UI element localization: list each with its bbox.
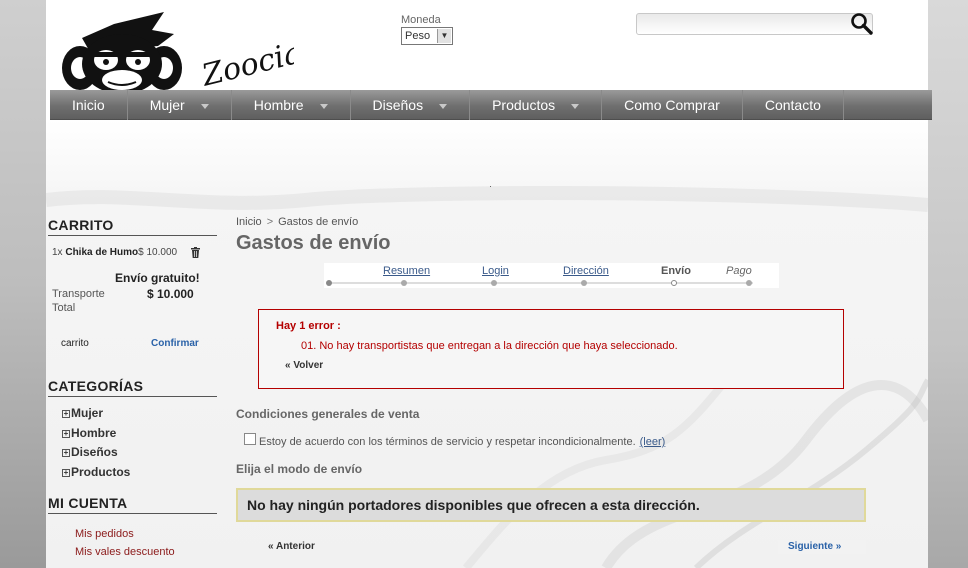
step-login[interactable]: Login [482,265,509,277]
nav-item-como-comprar[interactable]: Como Comprar [602,90,743,120]
account-title: MI CUENTA [48,495,217,514]
breadcrumb-separator: > [266,216,274,228]
free-shipping-text: Envío gratuito! [115,271,200,285]
currency-label: Moneda [401,14,441,26]
shipping-heading: Elija el modo de envío [236,462,363,476]
nav-item-hombre[interactable]: Hombre [232,90,351,120]
expand-icon[interactable]: + [62,430,70,438]
banner-area [490,186,491,187]
expand-icon[interactable]: + [62,410,70,418]
nav-item-inicio[interactable]: Inicio [50,90,128,120]
terms-label: Estoy de acuerdo con los términos de ser… [259,436,665,448]
nav-label: Inicio [72,97,105,113]
category-item-mujer[interactable]: + Mujer [62,406,103,420]
categories-title: CATEGORÍAS [48,378,217,397]
currency-select[interactable]: Peso ▼ [401,27,453,45]
breadcrumb: Inicio > Gastos de envío [236,216,358,228]
caret-down-icon [439,103,448,109]
expand-icon[interactable]: + [62,449,70,457]
category-item-hombre[interactable]: + Hombre [62,426,116,440]
cart-item-price: $ 10.000 [138,247,178,258]
main-nav: Inicio Mujer Hombre Diseños Productos Co… [50,90,932,120]
cart-item-name[interactable]: Chika de Humo [65,247,138,258]
terms-text: Estoy de acuerdo con los términos de ser… [259,436,636,448]
currency-value: Peso [405,30,431,42]
step-dot [491,280,497,286]
checkout-steps: Resumen Login Dirección Envío Pago [324,263,779,288]
brand-logo[interactable]: Zoocia [54,8,294,94]
caret-down-icon [571,103,580,109]
terms-read-link[interactable]: (leer) [640,436,666,448]
shipping-value: $ 10.000 [147,287,194,301]
cart-link[interactable]: carrito [61,338,89,349]
category-item-productos[interactable]: + Productos [62,465,130,479]
error-message: 01. No hay transportistas que entregan a… [301,340,678,352]
step-dot [401,280,407,286]
expand-icon[interactable]: + [62,469,70,477]
page-title: Gastos de envío [236,232,391,254]
steps-track [328,282,753,284]
step-dot [671,280,677,286]
breadcrumb-home[interactable]: Inicio [236,216,262,228]
page-background-left [0,0,46,568]
cart-title: CARRITO [48,217,217,236]
cart-item-qty: 1x [52,247,63,258]
nav-label: Diseños [372,97,424,113]
caret-down-icon [200,103,209,109]
monkey-logo-icon [62,12,182,94]
category-label: Mujer [71,406,104,420]
nav-item-mujer[interactable]: Mujer [128,90,232,120]
category-item-disenos[interactable]: + Diseños [62,445,118,459]
brand-wordmark: Zoocia [198,35,294,94]
total-label: Total [52,302,76,314]
back-link[interactable]: « Volver [285,360,323,371]
search-icon[interactable] [850,12,874,36]
page-background-right [928,0,968,568]
caret-down-icon [319,103,328,109]
category-label: Diseños [71,445,118,459]
cart-item: 1x Chika de Humo$ 10.000 [52,247,177,258]
shipping-label: Transporte [52,288,105,300]
nav-label: Hombre [253,97,304,113]
nav-label: Contacto [764,97,821,113]
error-box: Hay 1 error : 01. No hay transportistas … [258,309,844,389]
nav-item-productos[interactable]: Productos [470,90,603,120]
terms-heading: Condiciones generales de venta [236,407,420,421]
nav-label: Como Comprar [624,97,720,113]
step-direccion[interactable]: Dirección [563,265,609,277]
step-envio: Envío [661,265,691,277]
account-link-orders[interactable]: Mis pedidos [75,528,134,540]
step-dot [326,280,332,286]
dropdown-arrow-icon: ▼ [437,29,451,43]
step-resumen[interactable]: Resumen [383,265,430,277]
step-dot [746,280,752,286]
nav-item-disenos[interactable]: Diseños [351,90,471,120]
page-container: Zoocia Moneda Peso ▼ Inicio Mujer Hombre… [46,0,932,568]
breadcrumb-current: Gastos de envío [278,216,359,228]
no-carrier-warning: No hay ningún portadores disponibles que… [236,488,866,522]
step-dot [581,280,587,286]
category-label: Productos [71,465,131,479]
step-pago: Pago [726,265,752,277]
confirm-link[interactable]: Confirmar [151,338,199,349]
nav-label: Mujer [149,97,185,113]
category-label: Hombre [71,426,117,440]
next-button[interactable]: Siguiente » [778,540,866,554]
search-input[interactable] [636,13,873,35]
terms-checkbox[interactable] [244,433,256,445]
nav-item-contacto[interactable]: Contacto [743,90,844,120]
previous-button[interactable]: « Anterior [268,541,315,552]
error-title: Hay 1 error : [276,320,341,332]
trash-icon[interactable] [191,247,200,258]
nav-label: Productos [492,97,556,113]
account-link-vouchers[interactable]: Mis vales descuento [75,546,175,558]
